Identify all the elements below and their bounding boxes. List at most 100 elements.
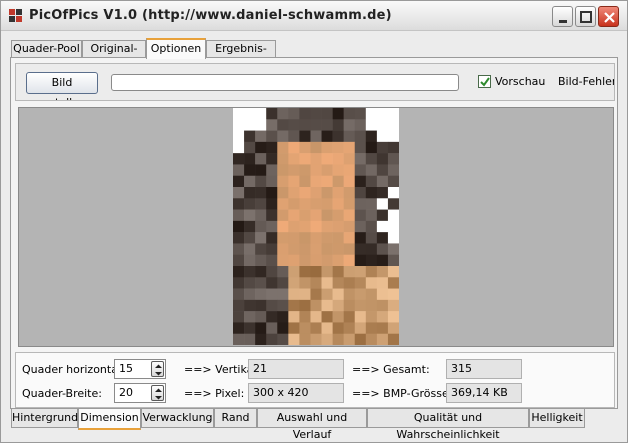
mosaic-tile [376, 108, 389, 120]
tab-original-bild[interactable]: Original-Bild [82, 40, 146, 71]
mosaic-tile [310, 220, 322, 233]
mosaic-tile [299, 254, 311, 267]
mosaic-tile [255, 220, 267, 233]
mosaic-tile [288, 141, 300, 154]
toolbar: Bild erstellen Vorschau Bild-Fehler-S [15, 63, 615, 101]
tab-optionen[interactable]: Optionen [146, 38, 206, 59]
mosaic-tile [266, 322, 278, 335]
mosaic-tile [354, 119, 367, 131]
mosaic-tile [310, 311, 322, 323]
mosaic-tile [365, 266, 378, 278]
total-value: 315 [446, 359, 522, 379]
horizontal-value[interactable]: 15 [119, 362, 133, 375]
mosaic-tile [299, 322, 311, 335]
mosaic-tile [387, 299, 400, 312]
mosaic-tile [365, 209, 378, 222]
mosaic-tile [299, 288, 311, 301]
mosaic-tile [343, 209, 356, 222]
mosaic-tile [365, 130, 378, 143]
mosaic-tile [354, 322, 367, 335]
horizontal-spin-buttons[interactable] [151, 361, 164, 377]
preview-label[interactable]: Vorschau [495, 75, 545, 88]
mosaic-tile [376, 333, 389, 346]
mosaic-tile [233, 209, 245, 222]
mosaic-tile [332, 299, 344, 312]
mosaic-tile [266, 164, 278, 177]
mosaic-tile [321, 141, 333, 154]
mosaic-tile [354, 198, 367, 210]
mosaic-tile [332, 254, 344, 267]
mosaic-tile [354, 175, 367, 188]
mosaic-tile [321, 266, 333, 278]
tab-qualitaet-wahrscheinlichkeit[interactable]: Qualität und Wahrscheinlichkeit [367, 409, 529, 441]
title-bar[interactable]: PicOfPics V1.0 (http://www.daniel-schwam… [1, 1, 627, 31]
mosaic-tile [343, 322, 356, 335]
width-spinner[interactable]: 20 [114, 383, 166, 403]
mosaic-tile [277, 141, 289, 154]
tab-rand[interactable]: Rand [214, 409, 257, 428]
mosaic-tile [321, 311, 333, 323]
preview-checkbox[interactable] [478, 75, 491, 88]
tab-ergebnis-bild[interactable]: Ergebnis-Bild [206, 40, 276, 71]
mosaic-image [233, 108, 400, 346]
mosaic-tile [354, 277, 367, 289]
mosaic-tile [310, 299, 322, 312]
mosaic-tile [354, 288, 367, 301]
mosaic-tile [387, 243, 400, 256]
tab-helligkeit[interactable]: Helligkeit [529, 409, 585, 428]
mosaic-tile [321, 299, 333, 312]
mosaic-tile [266, 311, 278, 323]
mosaic-tile [255, 333, 267, 346]
mosaic-tile [310, 254, 322, 267]
mosaic-tile [310, 141, 322, 154]
mosaic-tile [266, 108, 278, 120]
close-button[interactable] [598, 6, 619, 27]
mosaic-tile [255, 311, 267, 323]
mosaic-tile [255, 119, 267, 131]
mosaic-tile [343, 333, 356, 346]
spin-arrows-icon [155, 364, 162, 376]
mosaic-tile [244, 311, 256, 323]
mosaic-tile [332, 153, 344, 165]
mosaic-tile [288, 254, 300, 267]
mosaic-tile [244, 130, 256, 143]
mosaic-tile [376, 299, 389, 312]
mosaic-tile [387, 333, 400, 346]
mosaic-tile [299, 220, 311, 233]
horizontal-spinner[interactable]: 15 [114, 359, 166, 379]
mosaic-tile [277, 153, 289, 165]
tab-verwacklung[interactable]: Verwacklung [141, 409, 214, 428]
tab-hintergrund[interactable]: Hintergrund [11, 409, 78, 428]
mosaic-tile [266, 254, 278, 267]
tab-auswahl-verlauf[interactable]: Auswahl und Verlauf [257, 409, 367, 441]
mosaic-tile [365, 333, 378, 346]
mosaic-tile [365, 288, 378, 301]
maximize-button[interactable] [575, 6, 596, 27]
mosaic-tile [233, 119, 245, 131]
mosaic-tile [310, 153, 322, 165]
width-value[interactable]: 20 [119, 386, 133, 399]
mosaic-tile [387, 266, 400, 278]
mosaic-tile [277, 333, 289, 346]
tab-quader-pool[interactable]: Quader-Pool [11, 40, 82, 58]
mosaic-tile [321, 322, 333, 335]
mosaic-tile [299, 198, 311, 210]
mosaic-tile [310, 198, 322, 210]
minimize-button[interactable] [552, 6, 573, 27]
mosaic-tile [277, 209, 289, 222]
create-image-button[interactable]: Bild erstellen [26, 72, 98, 100]
mosaic-tile [266, 243, 278, 256]
mosaic-tile [332, 288, 344, 301]
tab-dimension[interactable]: Dimension [78, 409, 141, 430]
mosaic-tile [288, 209, 300, 222]
width-spin-buttons[interactable] [151, 385, 164, 401]
mosaic-tile [244, 187, 256, 199]
mosaic-tile [288, 311, 300, 323]
mosaic-tile [255, 232, 267, 244]
mosaic-tile [354, 209, 367, 222]
mosaic-tile [376, 243, 389, 256]
mosaic-tile [299, 119, 311, 131]
mosaic-tile [321, 288, 333, 301]
mosaic-tile [266, 266, 278, 278]
mosaic-tile [255, 254, 267, 267]
